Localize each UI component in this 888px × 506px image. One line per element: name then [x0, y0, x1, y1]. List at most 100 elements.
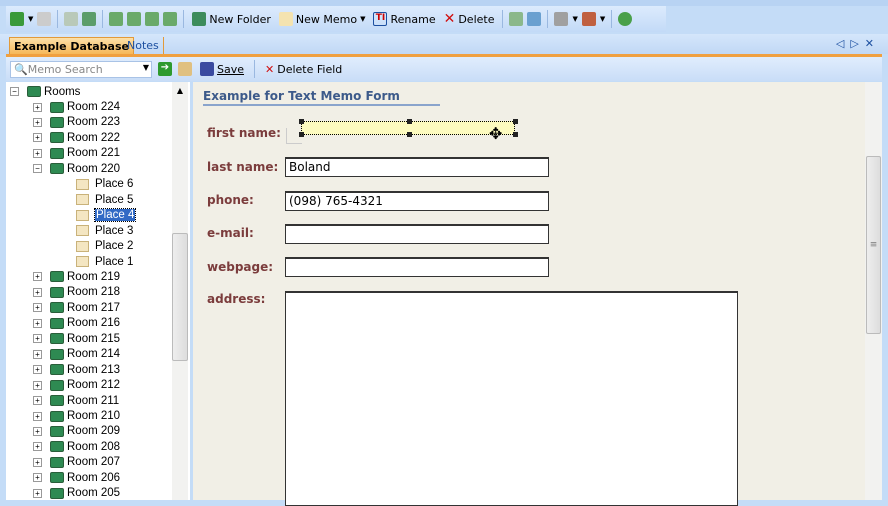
forward-icon[interactable] — [37, 12, 52, 26]
tree-room[interactable]: + Room 208 — [33, 439, 120, 454]
expand-icon[interactable]: + — [33, 380, 42, 390]
tree-place[interactable]: Place 3 — [76, 223, 133, 238]
tree-label: Place 5 — [95, 193, 134, 206]
move-up-icon[interactable] — [127, 12, 142, 26]
tree-place[interactable]: Place 1 — [76, 254, 133, 269]
address-field[interactable] — [285, 291, 738, 506]
phone-field[interactable]: (098) 765-4321 — [285, 191, 549, 211]
collapse-icon[interactable]: − — [10, 87, 19, 96]
refresh-icon[interactable] — [618, 12, 633, 26]
save-button[interactable]: Save — [198, 62, 246, 76]
expand-icon[interactable]: + — [33, 365, 42, 375]
tree-room[interactable]: + Room 224 — [33, 100, 120, 115]
back-icon[interactable] — [10, 12, 24, 26]
tab-prev-icon[interactable]: ◁ — [836, 37, 850, 50]
tree-room[interactable]: + Room 211 — [33, 393, 119, 408]
expand-icon[interactable]: + — [33, 426, 42, 436]
tree-scrollbar-thumb[interactable] — [172, 233, 188, 361]
tree-room[interactable]: + Room 216 — [33, 316, 120, 331]
expand-icon[interactable]: + — [33, 117, 42, 127]
tree-place[interactable]: Place 6 — [76, 177, 133, 192]
tree-room[interactable]: + Room 210 — [33, 409, 120, 424]
tree-label: Room 206 — [67, 471, 121, 484]
expand-icon[interactable]: + — [33, 133, 42, 143]
delete-field-button[interactable]: ✕ Delete Field — [263, 63, 344, 76]
expand-icon[interactable]: + — [33, 303, 42, 313]
expand-icon[interactable]: + — [33, 457, 42, 467]
move-bottom-icon[interactable] — [163, 12, 178, 26]
tree-room[interactable]: + Room 219 — [33, 269, 120, 284]
collapse-icon[interactable]: − — [33, 164, 42, 174]
tree-place[interactable]: Place 5 — [76, 192, 133, 207]
webpage-field[interactable] — [285, 257, 549, 277]
memo-icon — [278, 12, 293, 26]
expand-icon[interactable]: + — [33, 334, 42, 344]
tree-root[interactable]: − Rooms — [10, 84, 80, 99]
tree-room[interactable]: − Room 220 — [33, 161, 120, 176]
search-placeholder: Memo Search — [27, 62, 103, 76]
email-field[interactable] — [285, 224, 549, 244]
expand-icon[interactable]: + — [33, 411, 42, 421]
expand-icon[interactable]: + — [33, 318, 42, 328]
tree-room[interactable]: + Room 213 — [33, 362, 120, 377]
tree-room[interactable]: + Room 218 — [33, 285, 120, 300]
expand-icon[interactable]: + — [33, 349, 42, 359]
save-label: Save — [217, 62, 245, 76]
expand-icon[interactable]: + — [33, 287, 42, 297]
memo-search-input[interactable]: 🔍Memo Search ▼ — [10, 60, 152, 78]
form-scrollbar-thumb[interactable]: ≡ — [866, 156, 881, 334]
expand-icon[interactable]: + — [33, 473, 42, 483]
go-icon[interactable]: ➔ — [158, 62, 172, 76]
tree-icon[interactable] — [64, 12, 79, 26]
new-memo-button[interactable]: New Memo ▼ — [277, 12, 368, 26]
expand-icon[interactable]: + — [33, 442, 42, 452]
expand-icon[interactable]: + — [33, 102, 42, 112]
save-icon — [200, 62, 214, 76]
tree-room[interactable]: + Room 209 — [33, 424, 120, 439]
folder-icon — [50, 116, 64, 128]
new-folder-button[interactable]: New Folder — [190, 12, 272, 26]
tree-room[interactable]: + Room 212 — [33, 378, 120, 393]
expand-icon[interactable]: + — [33, 396, 42, 406]
delete-button[interactable]: ✕ Delete — [442, 11, 497, 27]
folder-icon — [50, 333, 64, 345]
tab-example-database[interactable]: Example Database — [9, 37, 134, 54]
tree-room[interactable]: + Room 223 — [33, 115, 120, 130]
expand-icon[interactable]: + — [33, 488, 42, 498]
close-icon[interactable]: ✕ — [865, 37, 880, 50]
folder-icon — [50, 147, 64, 159]
tree-place[interactable]: Place 2 — [76, 239, 133, 254]
tree-add-icon[interactable] — [82, 12, 97, 26]
tree-room[interactable]: + Room 206 — [33, 470, 120, 485]
email-label: e-mail: — [207, 226, 254, 240]
tree-room[interactable]: + Room 205 — [33, 486, 120, 500]
tree-label: Room 218 — [67, 286, 121, 299]
tree-room[interactable]: + Room 215 — [33, 331, 120, 346]
tree-label: Room 207 — [67, 456, 121, 469]
tree-room[interactable]: + Room 222 — [33, 130, 120, 145]
chevron-down-icon[interactable]: ▼ — [143, 63, 149, 72]
tree-place[interactable]: Place 4 — [76, 208, 137, 223]
tools-icon[interactable] — [178, 62, 192, 76]
rename-label: Rename — [390, 12, 436, 26]
move-top-icon[interactable] — [109, 12, 124, 26]
import-icon[interactable] — [509, 12, 524, 26]
expand-icon[interactable]: + — [33, 272, 42, 282]
export-icon[interactable] — [527, 12, 542, 26]
main-toolbar: ▼ New Folder New Memo ▼ TI Rename ✕ Delete … — [6, 6, 666, 32]
tree-label: Room 210 — [67, 410, 121, 422]
expand-icon[interactable]: + — [33, 148, 42, 158]
rename-button[interactable]: TI Rename — [371, 12, 437, 26]
tab-next-icon[interactable]: ▷ — [850, 37, 864, 50]
form-icon[interactable] — [554, 12, 569, 26]
tree-room[interactable]: + Room 217 — [33, 300, 120, 315]
tree-room[interactable]: + Room 214 — [33, 347, 120, 362]
folder-icon — [50, 132, 64, 144]
last-name-field[interactable]: Boland — [285, 157, 549, 177]
move-down-icon[interactable] — [145, 12, 160, 26]
tab-notes[interactable]: Notes — [123, 37, 164, 54]
memo-icon — [76, 178, 89, 190]
tree-room[interactable]: + Room 207 — [33, 455, 120, 470]
tree-room[interactable]: + Room 221 — [33, 146, 120, 161]
color-icon[interactable] — [581, 12, 596, 26]
